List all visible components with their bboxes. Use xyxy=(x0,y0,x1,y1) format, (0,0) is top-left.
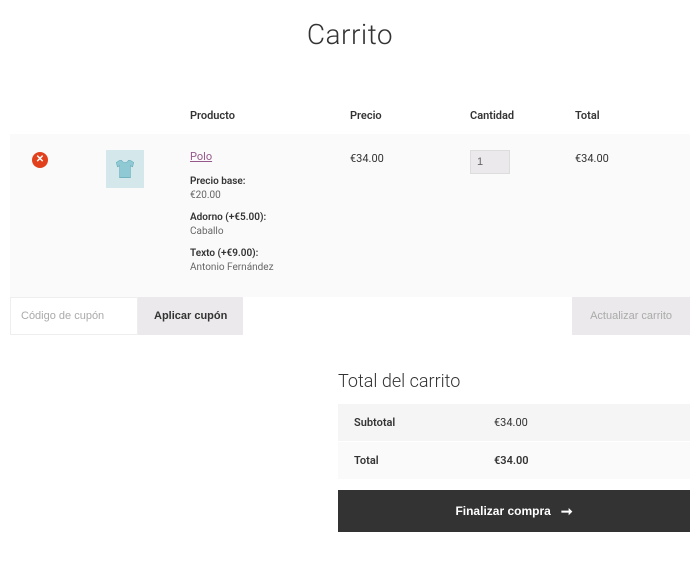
subtotal-value: €34.00 xyxy=(494,416,528,429)
cart-table: Producto Precio Cantidad Total ✕ Polo Pr… xyxy=(10,97,690,297)
header-quantity: Cantidad xyxy=(470,109,575,122)
addon2-value: Antonio Fernández xyxy=(190,261,350,275)
header-total: Total xyxy=(575,109,675,122)
addon2-label: Texto (+€9.00): xyxy=(190,248,258,259)
page-title: Carrito xyxy=(0,18,700,51)
coupon-code-input[interactable] xyxy=(10,297,138,335)
checkout-label: Finalizar compra xyxy=(455,504,550,518)
total-row: Total €34.00 xyxy=(338,442,690,480)
cart-header-row: Producto Precio Cantidad Total xyxy=(10,97,690,134)
totals-title: Total del carrito xyxy=(338,371,690,392)
header-product: Producto xyxy=(190,109,350,122)
shirt-icon xyxy=(112,156,138,182)
remove-item-button[interactable]: ✕ xyxy=(32,152,48,168)
product-name-link[interactable]: Polo xyxy=(190,150,350,163)
apply-coupon-button[interactable]: Aplicar cupón xyxy=(138,297,243,335)
item-price: €34.00 xyxy=(350,150,470,283)
addon1-value: Caballo xyxy=(190,225,350,239)
cart-totals: Total del carrito Subtotal €34.00 Total … xyxy=(338,371,690,532)
cart-actions-row: Aplicar cupón Actualizar carrito xyxy=(10,297,690,335)
product-meta: Precio base: €20.00 Adorno (+€5.00): Cab… xyxy=(190,175,350,275)
total-label: Total xyxy=(354,454,494,467)
checkout-button[interactable]: Finalizar compra ➞ xyxy=(338,490,690,532)
subtotal-label: Subtotal xyxy=(354,416,494,429)
cart-item-row: ✕ Polo Precio base: €20.00 Adorno (+€5.0… xyxy=(10,134,690,297)
product-thumbnail[interactable] xyxy=(106,150,144,188)
header-price: Precio xyxy=(350,109,470,122)
arrow-right-icon: ➞ xyxy=(561,503,573,520)
base-price-label: Precio base: xyxy=(190,176,246,187)
addon1-label: Adorno (+€5.00): xyxy=(190,212,266,223)
item-total: €34.00 xyxy=(575,150,675,283)
quantity-input[interactable] xyxy=(470,150,510,174)
base-price-value: €20.00 xyxy=(190,189,350,203)
total-value: €34.00 xyxy=(494,454,529,467)
update-cart-button[interactable]: Actualizar carrito xyxy=(572,297,690,335)
close-icon: ✕ xyxy=(36,155,44,165)
subtotal-row: Subtotal €34.00 xyxy=(338,404,690,442)
